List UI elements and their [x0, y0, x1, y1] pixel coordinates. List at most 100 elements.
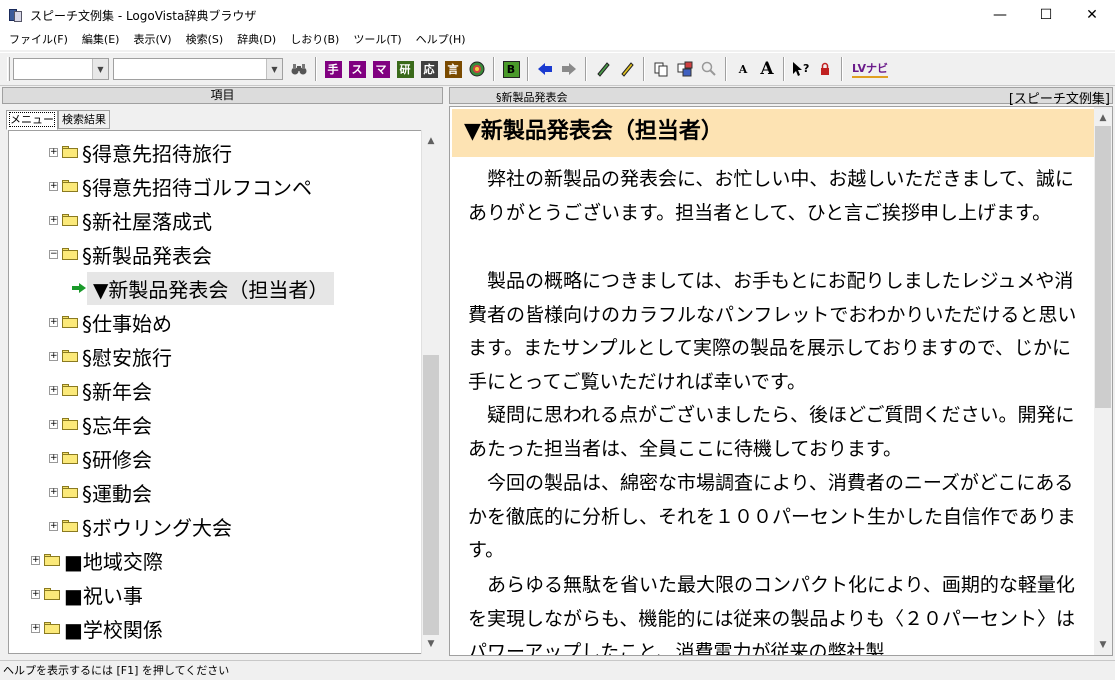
expand-icon[interactable]: + — [49, 351, 58, 361]
scroll-up-arrow-icon[interactable]: ▲ — [1094, 109, 1112, 126]
folder-icon — [62, 350, 78, 362]
tree-item[interactable]: + §研修会 — [49, 441, 152, 475]
tree-item-label: §新社屋落成式 — [82, 209, 212, 234]
font-large-button[interactable]: A — [756, 58, 778, 80]
tree-item-label: §新年会 — [82, 379, 152, 404]
search-combo[interactable]: ▼ — [113, 58, 283, 80]
tree-item[interactable]: + §新年会 — [49, 373, 152, 407]
window-tile-icon[interactable] — [674, 58, 696, 80]
dict-button-te[interactable]: 手 — [322, 58, 344, 80]
section-breadcrumb: §新製品発表会 — [496, 91, 568, 104]
tree-item[interactable]: + §新社屋落成式 — [49, 203, 212, 237]
scroll-down-arrow-icon[interactable]: ▼ — [422, 635, 440, 652]
tree-item[interactable]: ▼新製品発表会（担当者） — [71, 271, 335, 305]
tree-item[interactable]: + §運動会 — [49, 475, 152, 509]
toolbar-separator — [841, 57, 843, 81]
maximize-button[interactable]: ☐ — [1023, 0, 1069, 30]
font-small-button[interactable]: A — [732, 58, 754, 80]
tree-item[interactable]: + ■地域交際 — [31, 543, 163, 577]
article-content: ▼新製品発表会（担当者） 弊社の新製品の発表会に、お忙しい中、お越しいただきまし… — [449, 106, 1113, 656]
scrollbar-thumb[interactable] — [423, 355, 439, 635]
tree-item[interactable]: + §得意先招待ゴルフコンペ — [49, 169, 312, 203]
dict-button-ken[interactable]: 研 — [394, 58, 416, 80]
menu-tools[interactable]: ツール(T) — [346, 30, 408, 50]
lv-navi-button[interactable]: LVナビ — [848, 58, 892, 80]
dict-button-ou[interactable]: 応 — [418, 58, 440, 80]
tree-item[interactable]: + §得意先招待旅行 — [49, 135, 232, 169]
toolbar-grip[interactable] — [7, 57, 10, 81]
scrollbar-thumb[interactable] — [1095, 126, 1111, 408]
tab-search-results[interactable]: 検索結果 — [58, 110, 110, 129]
menu-help[interactable]: ヘルプ(H) — [409, 30, 473, 50]
menu-search[interactable]: 検索(S) — [179, 30, 231, 50]
expand-icon[interactable]: + — [49, 181, 58, 191]
folder-icon — [62, 146, 78, 158]
scroll-up-arrow-icon[interactable]: ▲ — [422, 132, 440, 149]
toolbar-separator — [585, 57, 587, 81]
toolbar-separator — [783, 57, 785, 81]
bookmark-b-button[interactable]: B — [500, 58, 522, 80]
expand-icon[interactable]: + — [31, 623, 40, 633]
chevron-down-icon[interactable]: ▼ — [92, 59, 108, 79]
chevron-down-icon[interactable]: ▼ — [266, 59, 282, 79]
folder-icon — [62, 248, 78, 260]
expand-icon[interactable]: + — [49, 147, 58, 157]
dict-button-su[interactable]: ス — [346, 58, 368, 80]
expand-icon[interactable]: + — [31, 589, 40, 599]
menu-view[interactable]: 表示(V) — [126, 30, 178, 50]
tree-view[interactable]: + §得意先招待旅行 + §得意先招待ゴルフコンペ + §新社屋落成式 − §新製品発表会 ▼新… — [8, 130, 439, 654]
menu-file[interactable]: ファイル(F) — [2, 30, 75, 50]
dictionary-select[interactable]: ▼ — [13, 58, 109, 80]
toolbar-separator — [725, 57, 727, 81]
tab-menu[interactable]: メニュー — [6, 110, 58, 130]
expand-icon[interactable]: + — [49, 317, 58, 327]
title-bar: スピーチ文例集 - LogoVista辞典ブラウザ — ☐ ✕ — [0, 0, 1115, 30]
minimize-button[interactable]: — — [977, 0, 1023, 30]
scroll-down-arrow-icon[interactable]: ▼ — [1094, 636, 1112, 653]
menu-edit[interactable]: 編集(E) — [75, 30, 127, 50]
menu-dictionary[interactable]: 辞典(D) — [230, 30, 283, 50]
font-large-icon: A — [760, 59, 774, 79]
tree-item[interactable]: − §新製品発表会 — [49, 237, 212, 271]
tree-item[interactable]: + §忘年会 — [49, 407, 152, 441]
globe-icon[interactable] — [466, 58, 488, 80]
expand-icon[interactable]: + — [49, 521, 58, 531]
tree-item[interactable]: + §ボウリング大会 — [49, 509, 232, 543]
expand-icon[interactable]: + — [49, 215, 58, 225]
tree-item[interactable]: + §慰安旅行 — [49, 339, 172, 373]
tree-item[interactable]: + §仕事始め — [49, 305, 172, 339]
toolbar: ▼ ▼ 手 ス マ 研 応 言 B A A ? LVナビ — [0, 52, 1115, 86]
article-paragraph: 弊社の新製品の発表会に、お忙しい中、お越しいただきまして、誠にありがとうございま… — [468, 168, 1074, 224]
expand-icon[interactable]: + — [49, 487, 58, 497]
lock-icon[interactable] — [814, 58, 836, 80]
dict-button-gen[interactable]: 言 — [442, 58, 464, 80]
left-scrollbar[interactable]: ▲ ▼ — [421, 130, 439, 654]
right-scrollbar[interactable]: ▲ ▼ — [1094, 107, 1112, 655]
selected-tree-item[interactable]: ▼新製品発表会（担当者） — [87, 271, 335, 305]
forward-arrow-icon[interactable] — [558, 58, 580, 80]
zoom-icon[interactable] — [698, 58, 720, 80]
tree-item[interactable]: + ■祝い事 — [31, 577, 143, 611]
folder-icon — [62, 180, 78, 192]
expand-icon[interactable]: + — [49, 385, 58, 395]
collapse-icon[interactable]: − — [49, 249, 58, 259]
copy-icon[interactable] — [650, 58, 672, 80]
window-title: スピーチ文例集 - LogoVista辞典ブラウザ — [30, 8, 257, 23]
tree-item[interactable]: + ■学校関係 — [31, 611, 163, 645]
dict-button-ma[interactable]: マ — [370, 58, 392, 80]
lv-navi-icon: LVナビ — [851, 60, 888, 78]
font-small-icon: A — [738, 62, 748, 76]
close-button[interactable]: ✕ — [1069, 0, 1115, 30]
back-arrow-icon[interactable] — [534, 58, 556, 80]
menu-bookmark[interactable]: しおり(B) — [283, 30, 346, 50]
expand-icon[interactable]: + — [49, 453, 58, 463]
tree-item-label: ■地域交際 — [64, 549, 163, 574]
svg-text:?: ? — [803, 62, 809, 75]
highlighter-icon[interactable] — [616, 58, 638, 80]
pencil-icon[interactable] — [592, 58, 614, 80]
expand-icon[interactable]: + — [31, 555, 40, 565]
expand-icon[interactable]: + — [49, 419, 58, 429]
current-entry-arrow-icon — [71, 282, 87, 294]
binoculars-search-icon[interactable] — [288, 58, 310, 80]
context-help-icon[interactable]: ? — [790, 58, 812, 80]
